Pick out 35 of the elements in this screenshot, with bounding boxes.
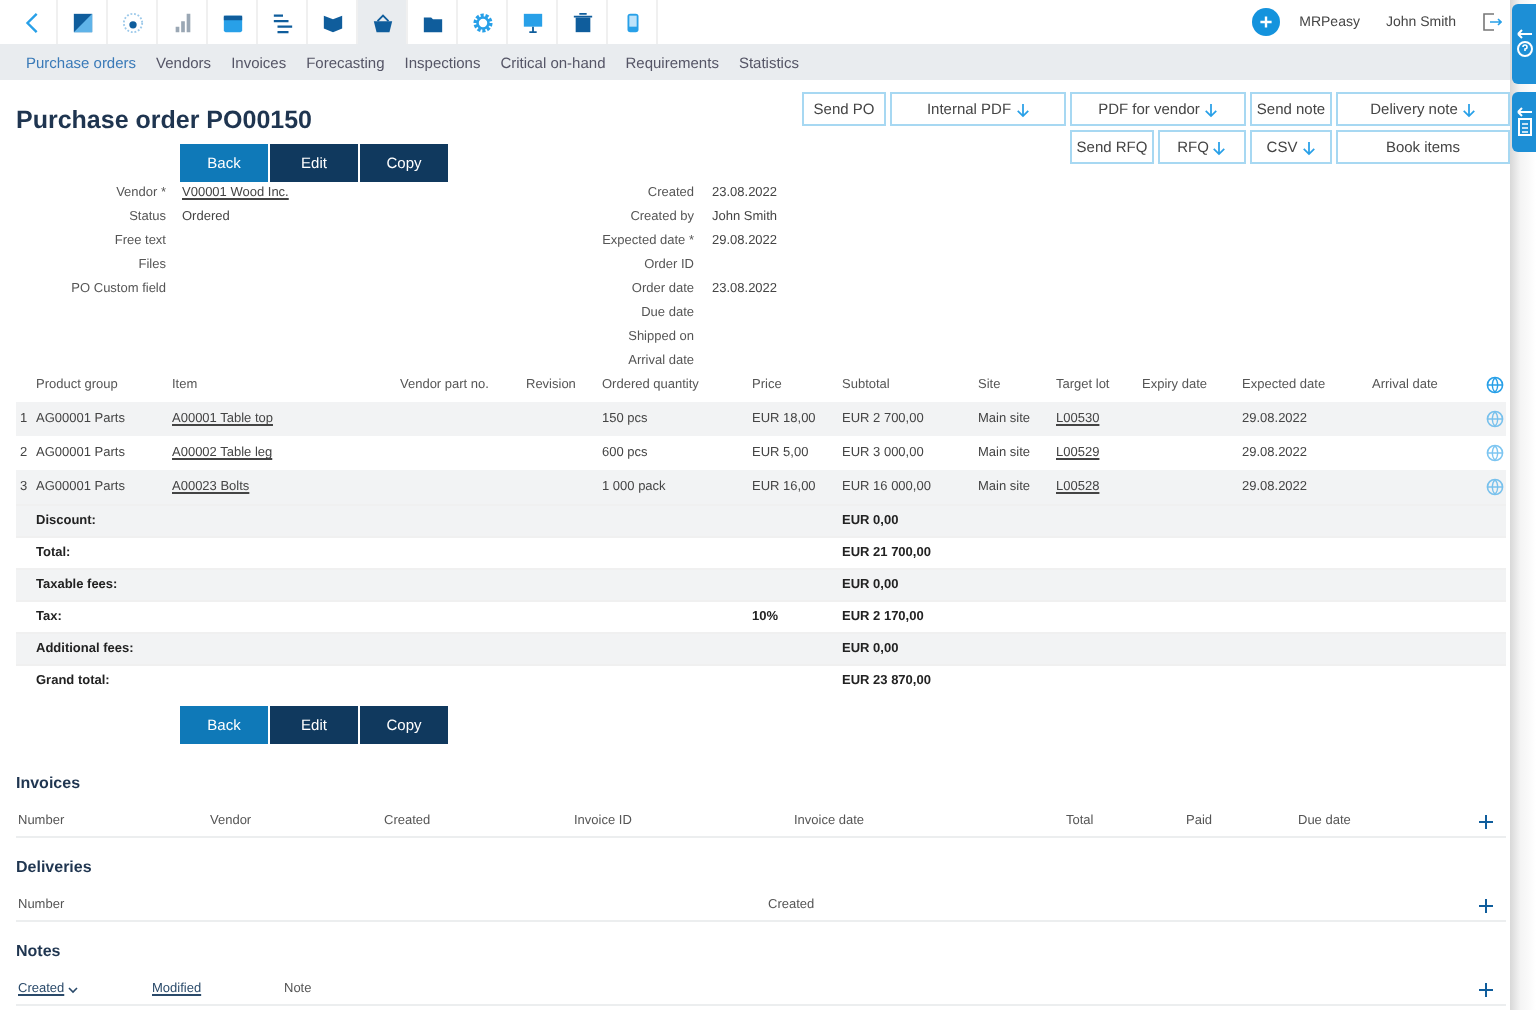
notepad-icon bbox=[1515, 106, 1533, 138]
bin-icon[interactable] bbox=[571, 11, 593, 33]
calendar-icon[interactable] bbox=[221, 11, 243, 33]
globe-icon bbox=[1486, 444, 1504, 462]
section-title: Notes bbox=[16, 942, 63, 960]
download-icon bbox=[1212, 139, 1227, 155]
gauge-icon[interactable] bbox=[121, 11, 143, 33]
add-icon[interactable] bbox=[1478, 897, 1494, 913]
square-icon[interactable] bbox=[71, 11, 93, 33]
help-tab[interactable] bbox=[1512, 4, 1536, 84]
globe-icon bbox=[1486, 376, 1504, 394]
section-title: Invoices bbox=[16, 774, 83, 792]
plus-icon bbox=[1257, 14, 1274, 30]
globe-icon bbox=[1486, 478, 1504, 496]
add-icon[interactable] bbox=[1478, 981, 1494, 997]
settings-icon[interactable] bbox=[471, 11, 493, 33]
download-icon bbox=[1203, 101, 1218, 117]
caret-icon bbox=[68, 985, 79, 993]
basket-icon[interactable] bbox=[371, 11, 393, 33]
download-icon bbox=[1301, 139, 1316, 155]
list-icon[interactable] bbox=[271, 11, 293, 33]
page-title: Purchase order PO00150 bbox=[16, 106, 314, 134]
help-icon bbox=[1515, 28, 1533, 60]
notes-tab[interactable] bbox=[1512, 92, 1536, 152]
globe-icon bbox=[1486, 410, 1504, 428]
book-icon[interactable] bbox=[321, 11, 343, 33]
back-icon[interactable] bbox=[21, 11, 43, 33]
phone-icon[interactable] bbox=[621, 11, 643, 33]
logout-icon[interactable] bbox=[1482, 12, 1502, 32]
add-icon[interactable] bbox=[1478, 813, 1494, 829]
download-icon bbox=[1461, 101, 1476, 117]
section-title: Deliveries bbox=[16, 858, 94, 876]
monitor-icon[interactable] bbox=[521, 11, 543, 33]
download-icon bbox=[1015, 101, 1030, 117]
add-button[interactable] bbox=[1251, 8, 1280, 36]
